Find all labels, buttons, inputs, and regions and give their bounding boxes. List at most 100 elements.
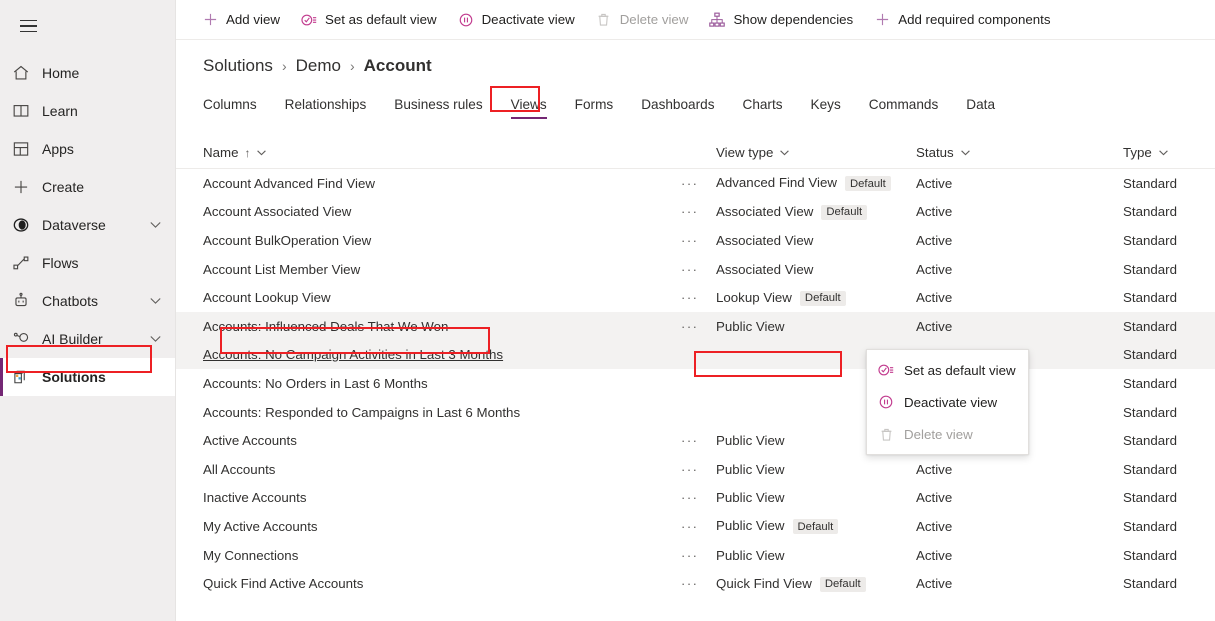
table-row[interactable]: Inactive Accounts ··· Public View Active Sta…	[176, 484, 1215, 513]
view-name-label: Account Associated View	[203, 204, 352, 220]
cell-name[interactable]: Accounts: Influenced Deals That We Won	[203, 319, 681, 334]
chevron-down-icon[interactable]	[150, 222, 161, 229]
sidebar-item-label: Dataverse	[42, 217, 106, 233]
table-row[interactable]: Active Accounts···Public ViewActiveStand…	[176, 426, 1215, 455]
command-set-as-default-view[interactable]: Set as default view	[292, 5, 445, 35]
row-overflow-menu-button[interactable]: ···	[681, 176, 716, 191]
cell-name[interactable]: My Active Accounts	[203, 519, 681, 534]
cell-type: Standard	[1123, 548, 1213, 563]
cell-name[interactable]: Account Advanced Find View	[203, 176, 681, 191]
tab-relationships[interactable]: Relationships	[285, 97, 367, 119]
row-overflow-menu-button[interactable]: ···	[681, 319, 716, 334]
chevron-down-icon[interactable]	[257, 149, 267, 156]
cell-name[interactable]: Account BulkOperation View	[203, 233, 681, 248]
table-row[interactable]: Accounts: Influenced Deals That We Won ··…	[176, 311, 1215, 341]
table-row[interactable]: Account Advanced Find View ··· Advanced Fi…	[176, 169, 1215, 198]
breadcrumb-separator: ›	[349, 58, 355, 74]
tab-charts[interactable]: Charts	[743, 97, 783, 119]
row-overflow-menu-button[interactable]: ···	[681, 462, 716, 477]
cell-name[interactable]: Active Accounts	[203, 433, 681, 448]
nav-list: Home Learn Apps Create Dataverse Flows Chatbot…	[0, 54, 175, 396]
row-overflow-menu-button[interactable]: ···	[681, 490, 716, 505]
tab-columns[interactable]: Columns	[203, 97, 257, 119]
sidebar-item-solutions[interactable]: Solutions	[0, 358, 175, 396]
cell-name[interactable]: Account Lookup View	[203, 290, 681, 305]
command-add-view[interactable]: Add view	[193, 5, 288, 35]
command-label: Deactivate view	[481, 12, 575, 27]
table-row[interactable]: Accounts: No Campaign Activities in Last…	[176, 340, 1215, 370]
cell-view-type: Associated View	[716, 233, 916, 248]
pause-circle-icon	[877, 393, 895, 411]
row-overflow-menu-button[interactable]: ···	[681, 262, 716, 277]
cell-name[interactable]: All Accounts	[203, 462, 681, 477]
chevron-down-icon[interactable]	[150, 298, 161, 305]
row-overflow-menu-button[interactable]: ···	[681, 576, 716, 591]
table-row[interactable]: Account Lookup View ··· Lookup View Default…	[176, 283, 1215, 312]
home-icon	[12, 63, 36, 83]
sidebar-item-ai-builder[interactable]: AI Builder	[0, 320, 175, 358]
sidebar-item-dataverse[interactable]: Dataverse	[0, 206, 175, 244]
cell-name[interactable]: Accounts: No Orders in Last 6 Months	[203, 376, 681, 391]
cell-name[interactable]: Accounts: Responded to Campaigns in Last…	[203, 405, 681, 420]
command-show-dependencies[interactable]: Show dependencies	[700, 5, 861, 35]
sidebar-item-home[interactable]: Home	[0, 54, 175, 92]
tab-data[interactable]: Data	[966, 97, 995, 119]
sidebar-item-flows[interactable]: Flows	[0, 244, 175, 282]
tab-commands[interactable]: Commands	[869, 97, 939, 119]
row-overflow-menu-button[interactable]: ···	[681, 233, 716, 248]
command-deactivate-view[interactable]: Deactivate view	[449, 5, 583, 35]
chevron-down-icon[interactable]	[960, 149, 970, 156]
chevron-down-icon[interactable]	[1159, 149, 1168, 156]
sidebar-item-create[interactable]: Create	[0, 168, 175, 206]
table-row[interactable]: Quick Find Active Accounts ··· Quick Find …	[176, 569, 1215, 598]
tab-business-rules[interactable]: Business rules	[394, 97, 482, 119]
chevron-down-icon[interactable]	[780, 149, 790, 156]
book-icon	[12, 101, 36, 121]
cell-name[interactable]: Quick Find Active Accounts	[203, 576, 681, 591]
cell-name[interactable]: Inactive Accounts	[203, 490, 681, 505]
table-row[interactable]: My Connections ··· Public View Active Standa…	[176, 541, 1215, 570]
cell-view-type: Associated View Default	[716, 204, 916, 220]
table-row[interactable]: Accounts: No Orders in Last 6 MonthsActi…	[176, 369, 1215, 398]
breadcrumb-item-solutions[interactable]: Solutions	[203, 56, 273, 76]
view-type-label: Public View	[716, 433, 785, 449]
row-overflow-menu-button[interactable]: ···	[681, 204, 716, 219]
tab-forms[interactable]: Forms	[575, 97, 614, 119]
ellipsis-icon: ···	[681, 490, 699, 506]
breadcrumb-item-demo[interactable]: Demo	[296, 56, 341, 76]
tab-views[interactable]: Views	[510, 97, 547, 119]
tab-dashboards[interactable]: Dashboards	[641, 97, 714, 119]
column-header-type[interactable]: Type	[1123, 145, 1213, 160]
command-add-required-components[interactable]: Add required components	[865, 5, 1058, 35]
ellipsis-icon: ···	[681, 547, 699, 563]
hamburger-icon[interactable]	[8, 6, 48, 46]
context-menu-item-set-as-default-view[interactable]: Set as default view	[867, 354, 1028, 386]
cell-name[interactable]: My Connections	[203, 548, 681, 563]
context-menu-item-deactivate-view[interactable]: Deactivate view	[867, 386, 1028, 418]
row-overflow-menu-button[interactable]: ···	[681, 290, 716, 305]
table-row[interactable]: My Active Accounts ··· Public View Default A…	[176, 512, 1215, 541]
cell-name[interactable]: Account List Member View	[203, 262, 681, 277]
chevron-down-icon[interactable]	[150, 336, 161, 343]
view-name-label: Account BulkOperation View	[203, 232, 372, 248]
command-label: Delete view	[619, 12, 689, 27]
row-overflow-menu-button[interactable]: ···	[681, 433, 716, 448]
column-header-name[interactable]: Name ↑	[203, 145, 681, 160]
column-header-view-type[interactable]: View type	[716, 145, 916, 160]
row-overflow-menu-button[interactable]: ···	[681, 519, 716, 534]
type-label: Standard	[1123, 375, 1177, 391]
view-name-label: My Connections	[203, 547, 299, 563]
sidebar-item-learn[interactable]: Learn	[0, 92, 175, 130]
table-row[interactable]: Account Associated View ··· Associated Vie…	[176, 198, 1215, 227]
table-row[interactable]: Accounts: Responded to Campaigns in Last…	[176, 398, 1215, 427]
table-row[interactable]: Account List Member View ··· Associated Vi…	[176, 255, 1215, 284]
sidebar-item-apps[interactable]: Apps	[0, 130, 175, 168]
cell-name[interactable]: Accounts: No Campaign Activities in Last…	[203, 347, 681, 362]
tab-keys[interactable]: Keys	[811, 97, 841, 119]
column-header-status[interactable]: Status	[916, 145, 1123, 160]
sidebar-item-chatbots[interactable]: Chatbots	[0, 282, 175, 320]
cell-name[interactable]: Account Associated View	[203, 204, 681, 219]
table-row[interactable]: All Accounts ··· Public View Active Standard	[176, 455, 1215, 484]
row-overflow-menu-button[interactable]: ···	[681, 548, 716, 563]
table-row[interactable]: Account BulkOperation View ··· Associated …	[176, 226, 1215, 255]
